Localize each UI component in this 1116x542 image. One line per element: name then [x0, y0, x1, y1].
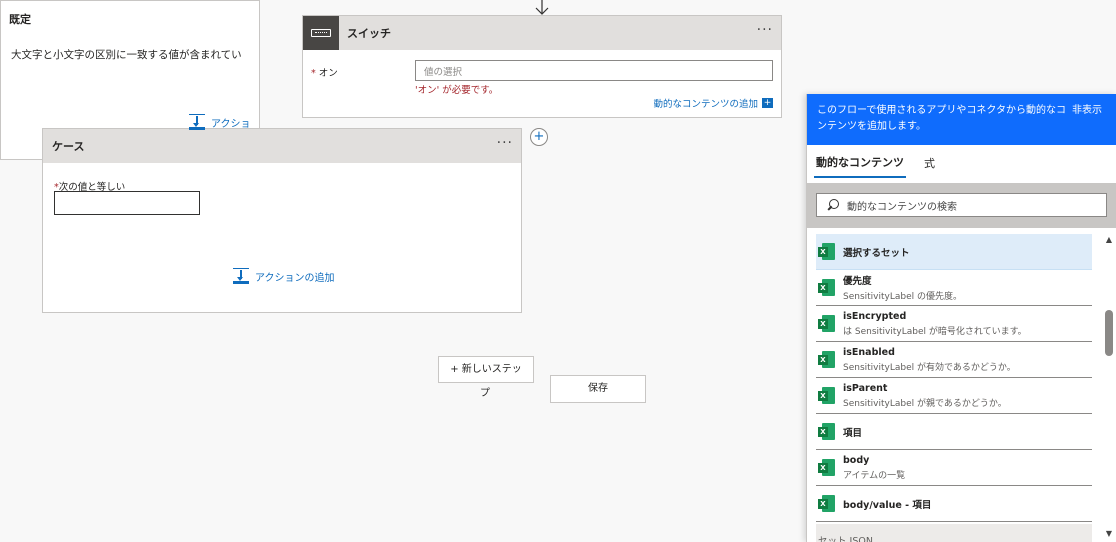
excel-icon: X	[818, 279, 835, 296]
excel-icon: X	[818, 315, 835, 332]
list-item[interactable]: X 項目	[816, 414, 1092, 450]
list-item[interactable]: XisEncrypted は SensitivityLabel が暗号化されていま…	[816, 306, 1092, 342]
case-more-icon[interactable]: ···	[497, 136, 513, 150]
panel-header: このフローで使用されるアプリやコネクタから動的なコンテンツを追加します。 非表示	[807, 94, 1116, 145]
list-item-name: 選択するセット	[843, 247, 910, 259]
on-error-message: 'オン' が必要です。	[415, 85, 499, 96]
list-item-desc: SensitivityLabel が有効であるかどうか。	[843, 362, 1016, 373]
search-input[interactable]: 動的なコンテンツの検索	[816, 193, 1107, 217]
list-item-name: isParent	[843, 382, 888, 394]
list-item-name: 優先度	[843, 276, 872, 287]
dynamic-content-panel: このフローで使用されるアプリやコネクタから動的なコンテンツを追加します。 非表示…	[806, 94, 1116, 542]
case-add-action-button[interactable]: アクションの追加	[233, 268, 335, 284]
connector-arrow-icon	[535, 0, 549, 15]
panel-tabs: 動的なコンテンツ 式	[807, 145, 1116, 183]
list-item[interactable]: Xbody アイテムの一覧	[816, 450, 1092, 486]
excel-icon: X	[818, 351, 835, 368]
on-input[interactable]: 値の選択	[415, 60, 773, 81]
list-item-desc: SensitivityLabel が親であるかどうか。	[843, 398, 1007, 409]
excel-icon: X	[818, 495, 835, 512]
switch-more-icon[interactable]: ···	[757, 23, 773, 37]
default-title: 既定	[9, 13, 31, 26]
case-title: ケース	[52, 140, 85, 153]
add-action-icon	[189, 114, 205, 130]
tab-expression[interactable]: 式	[924, 151, 935, 177]
excel-icon: X	[818, 387, 835, 404]
add-action-icon	[233, 268, 249, 284]
scroll-up-icon[interactable]: ▲	[1106, 235, 1112, 244]
default-description: 大文字と小文字の区別に一致する値が含まれてい	[11, 49, 242, 61]
add-branch-button[interactable]: +	[530, 128, 548, 146]
switch-title: スイッチ	[347, 27, 391, 40]
list-item-desc: は SensitivityLabel が暗号化されています。	[843, 326, 1027, 337]
new-step-button-wrap-text: プ	[480, 388, 490, 399]
search-icon	[827, 199, 839, 211]
required-mark: *	[311, 68, 316, 79]
list-item-name: isEncrypted	[843, 310, 907, 322]
switch-card: スイッチ ··· * オン 値の選択 'オン' が必要です。 動的なコンテンツの…	[302, 15, 782, 118]
list-item[interactable]: XisParent SensitivityLabel が親であるかどうか。	[816, 378, 1092, 414]
list-item-name: 項目	[843, 427, 863, 439]
list-item-name: body	[843, 454, 870, 466]
add-dynamic-plus-icon: +	[762, 98, 773, 108]
tab-dynamic-content[interactable]: 動的なコンテンツ	[814, 150, 906, 178]
list-item[interactable]: XisEnabled SensitivityLabel が有効であるかどうか。	[816, 342, 1092, 378]
panel-message: このフローで使用されるアプリやコネクタから動的なコンテンツを追加します。	[817, 105, 1066, 132]
equals-input[interactable]	[54, 191, 200, 215]
default-add-action-button[interactable]: アクショ	[189, 114, 251, 130]
list-item-name: body/value - 項目	[843, 499, 932, 511]
scrollbar-thumb[interactable]	[1105, 310, 1113, 356]
list-item[interactable]: X 優先度 SensitivityLabel の優先度。	[816, 270, 1092, 306]
switch-icon	[303, 16, 339, 50]
list-item-desc: SensitivityLabel の優先度。	[843, 292, 962, 302]
save-button[interactable]: 保存	[550, 375, 646, 403]
case-card: ケース ··· *次の値と等しい アクションの追加	[42, 128, 522, 313]
case-card-header[interactable]: ケース ···	[43, 129, 521, 163]
excel-icon: X	[818, 459, 835, 476]
list-item[interactable]: Xbody/value - 項目	[816, 486, 1092, 522]
excel-icon: X	[818, 423, 835, 440]
excel-icon: X	[818, 243, 835, 260]
scroll-down-icon[interactable]: ▼	[1106, 529, 1112, 538]
on-label: * オン	[311, 68, 338, 79]
add-dynamic-content-link[interactable]: 動的なコンテンツの追加 +	[653, 96, 773, 110]
list-item[interactable]: X 選択するセット	[816, 234, 1092, 270]
new-step-button[interactable]: + 新しいステッ	[438, 356, 534, 383]
dynamic-content-list: X 選択するセット X 優先度 SensitivityLabel の優先度。 XisEnc…	[816, 234, 1092, 522]
hide-panel-button[interactable]: 非表示	[1072, 103, 1102, 119]
list-item-desc: アイテムの一覧	[843, 470, 906, 481]
search-area: 動的なコンテンツの検索	[807, 183, 1116, 228]
list-item-partial[interactable]: セット JSON	[816, 524, 1092, 542]
list-item-name: isEnabled	[843, 346, 895, 358]
switch-card-header[interactable]: スイッチ ···	[303, 16, 781, 50]
